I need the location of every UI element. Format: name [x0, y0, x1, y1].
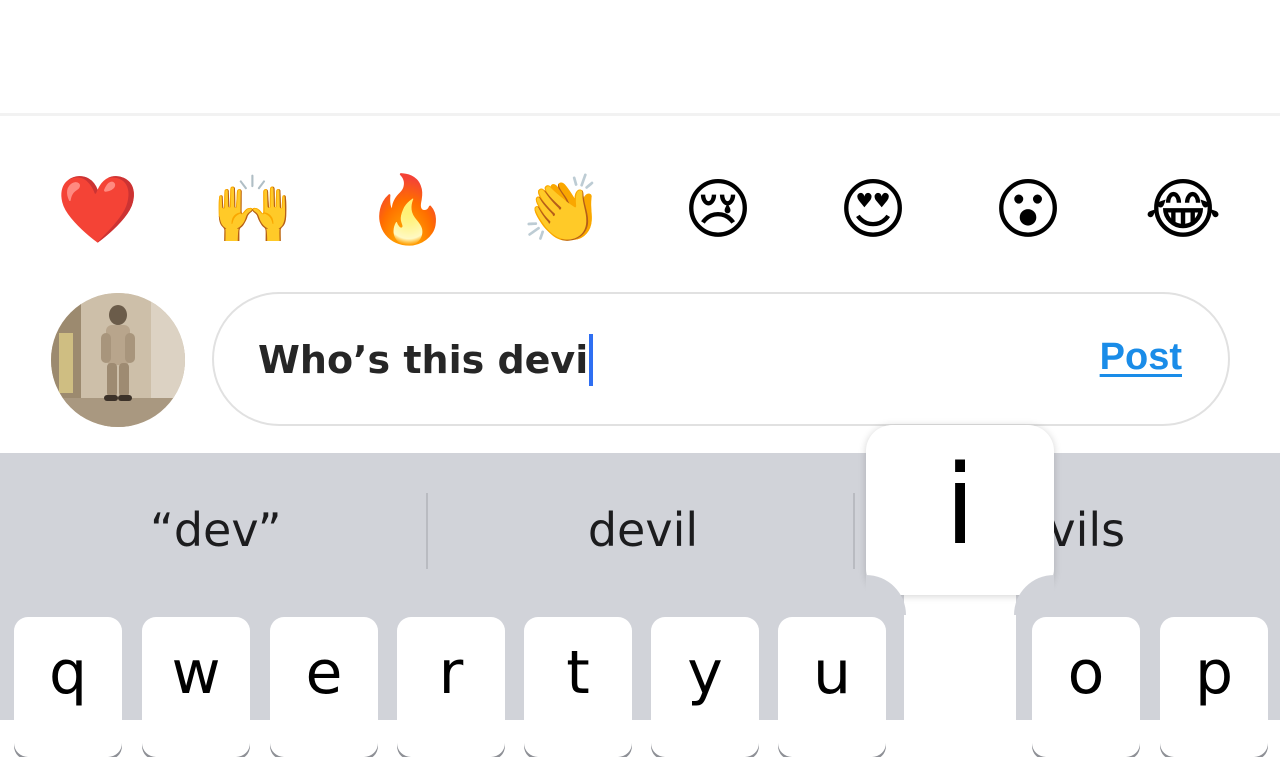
- key-p[interactable]: p: [1160, 617, 1268, 757]
- suggestion-separator: [853, 493, 855, 569]
- text-caret: [589, 334, 594, 386]
- suggestion-separator: [426, 493, 428, 569]
- tears-of-joy-face-icon[interactable]: 😂: [1133, 160, 1233, 260]
- key-y[interactable]: y: [651, 617, 759, 757]
- key-label: q: [48, 638, 88, 708]
- header-area: [0, 0, 1280, 113]
- divider: [0, 113, 1280, 116]
- key-label: w: [171, 638, 221, 708]
- reaction-emoji-bar: ❤️ 🙌 🔥 👏 😢 😍 😮 😂: [0, 150, 1280, 260]
- key-label: o: [1067, 638, 1105, 708]
- raising-hands-icon[interactable]: 🙌: [203, 160, 303, 260]
- key-label: u: [812, 638, 852, 708]
- key-label: p: [1194, 638, 1234, 708]
- key-label: t: [566, 638, 590, 708]
- comment-input[interactable]: Who’s this devi Post: [212, 292, 1230, 426]
- suggestion-quoted[interactable]: “dev”: [150, 503, 282, 557]
- keyboard: “dev” devil devils q w e r t y u o p: [0, 453, 1280, 757]
- key-u[interactable]: u: [778, 617, 886, 757]
- red-heart-icon[interactable]: ❤️: [48, 160, 148, 260]
- key-popup-letter: i: [944, 441, 976, 569]
- fire-icon[interactable]: 🔥: [358, 160, 458, 260]
- suggestion-middle[interactable]: devil: [560, 503, 726, 557]
- key-w[interactable]: w: [142, 617, 250, 757]
- key-t[interactable]: t: [524, 617, 632, 757]
- clapping-hands-icon[interactable]: 👏: [513, 160, 613, 260]
- comment-text-value: Who’s this devi: [258, 338, 589, 382]
- key-label: e: [305, 638, 343, 708]
- crying-face-icon[interactable]: 😢: [668, 160, 768, 260]
- avatar[interactable]: [51, 293, 185, 427]
- key-o[interactable]: o: [1032, 617, 1140, 757]
- key-label: r: [438, 638, 464, 708]
- key-r[interactable]: r: [397, 617, 505, 757]
- surprised-face-icon[interactable]: 😮: [978, 160, 1078, 260]
- heart-eyes-face-icon[interactable]: 😍: [823, 160, 923, 260]
- comment-input-text[interactable]: Who’s this devi: [258, 334, 594, 386]
- key-e[interactable]: e: [270, 617, 378, 757]
- key-q[interactable]: q: [14, 617, 122, 757]
- avatar-photo: [51, 293, 185, 427]
- key-label: y: [687, 638, 723, 708]
- post-button[interactable]: Post: [1100, 336, 1182, 379]
